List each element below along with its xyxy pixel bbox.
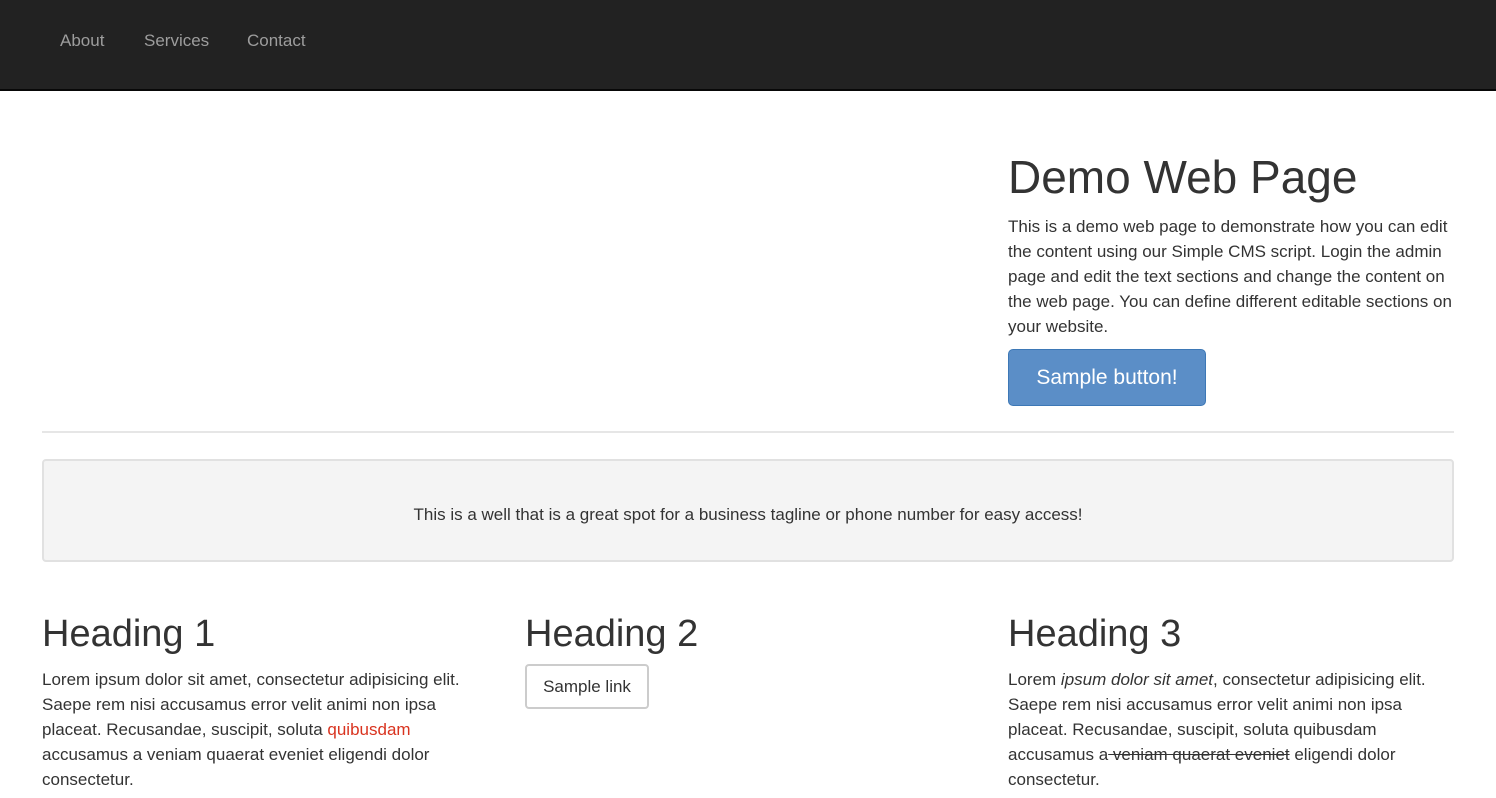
- nav-link-contact[interactable]: Contact: [247, 29, 306, 53]
- sample-link-button[interactable]: Sample link: [525, 664, 649, 709]
- column-3-text: Lorem ipsum dolor sit amet, consectetur …: [1008, 667, 1448, 792]
- nav-link-about[interactable]: About: [60, 29, 104, 53]
- column-3-strikethrough-text: veniam quaerat eveniet: [1108, 745, 1290, 764]
- column-3-text-start: Lorem: [1008, 670, 1061, 689]
- heading-2: Heading 2: [525, 613, 699, 655]
- column-3-italic-text: ipsum dolor sit amet: [1060, 670, 1214, 689]
- top-navbar: About Services Contact: [0, 0, 1496, 91]
- section-divider: [42, 431, 1454, 433]
- sample-button[interactable]: Sample button!: [1008, 349, 1206, 406]
- nav-link-services[interactable]: Services: [144, 29, 209, 53]
- heading-3: Heading 3: [1008, 613, 1182, 655]
- tagline-well: This is a well that is a great spot for …: [42, 459, 1454, 562]
- column-1-text-after: accusamus a veniam quaerat eveniet elige…: [42, 745, 430, 789]
- column-1-text: Lorem ipsum dolor sit amet, consectetur …: [42, 667, 484, 792]
- heading-1: Heading 1: [42, 613, 216, 655]
- page-title: Demo Web Page: [1008, 151, 1358, 203]
- quibusdam-link[interactable]: quibusdam: [327, 720, 410, 739]
- well-text: This is a well that is a great spot for …: [413, 505, 1083, 524]
- hero-description: This is a demo web page to demonstrate h…: [1008, 217, 1452, 336]
